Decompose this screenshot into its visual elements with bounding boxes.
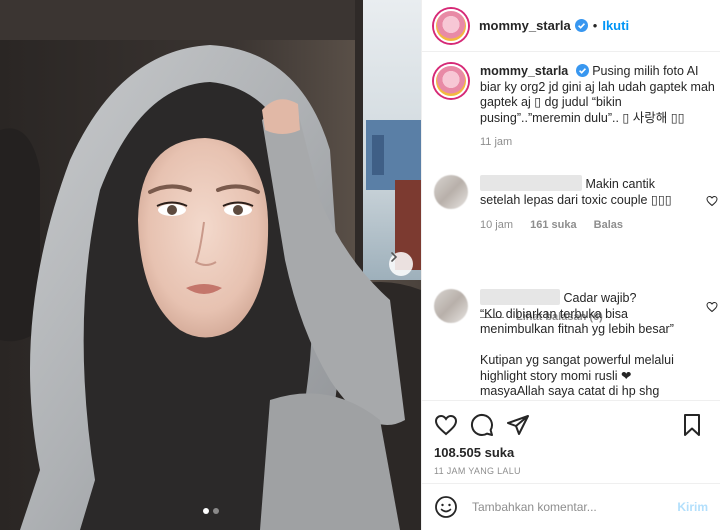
heart-icon[interactable] bbox=[434, 413, 458, 437]
heart-icon[interactable] bbox=[706, 301, 718, 313]
comment-time: 10 jam bbox=[480, 219, 514, 231]
post-header: mommy_starla • Ikuti bbox=[422, 0, 720, 52]
comment-item: Makin cantik setelah lepas dari toxic co… bbox=[434, 175, 718, 234]
caption-username[interactable]: mommy_starla bbox=[480, 64, 568, 78]
comment-item: Cadar wajib? “Klo dibiarkan terbuka bisa… bbox=[434, 289, 718, 399]
avatar[interactable] bbox=[434, 175, 468, 209]
follow-button[interactable]: Ikuti bbox=[602, 18, 629, 33]
caption-time: 11 jam bbox=[480, 136, 513, 148]
reply-button[interactable]: Balas bbox=[594, 219, 623, 231]
comments-list[interactable]: mommy_starla Pusing milih foto AI biar k… bbox=[422, 53, 720, 399]
likes-count[interactable]: 108.505 suka bbox=[434, 445, 708, 460]
add-comment-bar: Kirim bbox=[422, 483, 720, 530]
comment-text: Kutipan yg sangat powerful melalui highl… bbox=[480, 353, 674, 383]
carousel-dot bbox=[212, 508, 219, 514]
share-icon[interactable] bbox=[506, 413, 530, 437]
carousel-indicator bbox=[0, 508, 421, 514]
post-timestamp: 11 JAM YANG LALU bbox=[434, 466, 521, 476]
post-actions: 108.505 suka 11 JAM YANG LALU bbox=[422, 400, 720, 476]
post-side-panel: mommy_starla • Ikuti mommy_starla Pusing… bbox=[421, 0, 720, 530]
blurred-username[interactable] bbox=[480, 289, 560, 305]
comment-icon[interactable] bbox=[470, 413, 494, 437]
comment-text: Cadar wajib? bbox=[563, 291, 637, 305]
comment-text: “Klo dibiarkan terbuka bisa menimbulkan … bbox=[480, 306, 674, 337]
verified-badge-icon bbox=[575, 64, 589, 77]
comment-likes[interactable]: 161 suka bbox=[530, 219, 576, 231]
blurred-username[interactable] bbox=[480, 175, 582, 191]
post-comment-button[interactable]: Kirim bbox=[677, 500, 708, 514]
avatar[interactable] bbox=[434, 8, 468, 43]
post-photo[interactable] bbox=[0, 0, 421, 530]
selfie-image bbox=[0, 0, 421, 530]
avatar[interactable] bbox=[434, 64, 468, 98]
carousel-next-button[interactable] bbox=[389, 252, 413, 276]
heart-icon[interactable] bbox=[706, 195, 718, 207]
caption-item: mommy_starla Pusing milih foto AI biar k… bbox=[434, 64, 718, 151]
separator-dot: • bbox=[592, 18, 598, 33]
emoji-icon[interactable] bbox=[434, 495, 458, 519]
username-link[interactable]: mommy_starla bbox=[479, 18, 571, 33]
comment-input[interactable] bbox=[472, 500, 678, 514]
carousel-dot bbox=[202, 508, 209, 514]
avatar[interactable] bbox=[434, 289, 468, 323]
chevron-right-icon bbox=[391, 252, 398, 262]
comment-text: masyaAllah saya catat di hp shg bbox=[480, 384, 660, 398]
verified-badge-icon bbox=[574, 19, 588, 32]
bookmark-icon[interactable] bbox=[680, 413, 704, 437]
